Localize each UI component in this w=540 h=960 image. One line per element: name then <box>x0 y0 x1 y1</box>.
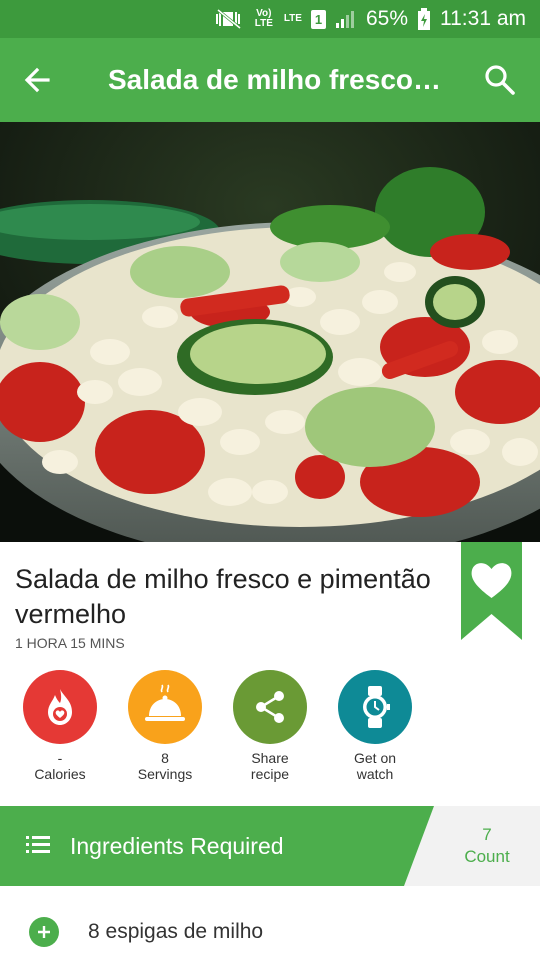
calories-icon-circle <box>23 670 97 744</box>
battery-charging-icon <box>418 8 430 30</box>
share-icon-circle <box>233 670 307 744</box>
ingredients-header: Ingredients Required 7 Count <box>0 806 540 886</box>
watch-icon <box>363 686 390 728</box>
recipe-time: 1 HORA 15 MINS <box>15 635 125 651</box>
calories-icon <box>48 689 72 725</box>
favorite-button[interactable] <box>461 542 522 640</box>
watch-label-line1: Get on <box>353 750 397 766</box>
watch-icon-circle <box>338 670 412 744</box>
clock: 11:31 am <box>440 7 526 30</box>
recipe-title: Salada de milho fresco e pimentão vermel… <box>15 564 431 629</box>
status-icons: Vo) LTE LTE 1 65% 11:31 am <box>214 0 526 38</box>
search-icon <box>485 65 515 95</box>
add-ingredient-button[interactable] <box>29 917 59 947</box>
back-button[interactable] <box>18 60 58 100</box>
servings-value: 8 <box>161 750 169 766</box>
ingredients-header-label: Ingredients Required <box>70 833 284 859</box>
ingredient-text: 8 espigas de milho <box>88 920 264 943</box>
list-item: 8 espigas de milho <box>0 904 540 960</box>
share-label-line2: recipe <box>250 766 290 782</box>
servings-icon-circle <box>128 670 202 744</box>
page-title: Salada de milho fresco… <box>108 64 441 95</box>
ingredients-count: 7 <box>482 825 492 844</box>
servings-label: Servings <box>137 766 193 782</box>
vibrate-mute-icon <box>215 8 241 30</box>
share-icon <box>256 691 284 723</box>
list-icon <box>26 836 50 853</box>
lte-indicator: LTE <box>283 13 302 24</box>
action-row: - Calories 8 Servings Share recipe Get o… <box>0 668 540 788</box>
recipe-photo <box>0 122 540 542</box>
ingredients-count-label: Count <box>464 847 510 866</box>
status-bar: Vo) LTE LTE 1 65% 11:31 am <box>0 0 540 38</box>
signal-icon <box>335 11 354 28</box>
battery-percent: 65% <box>365 7 408 30</box>
arrow-back-icon <box>24 67 50 93</box>
sim-indicator: 1 <box>310 9 326 29</box>
share-recipe-button[interactable]: Share recipe <box>215 668 325 783</box>
get-on-watch-button[interactable]: Get on watch <box>320 668 430 783</box>
volte-indicator: Vo) LTE <box>254 8 273 29</box>
calories-value: - <box>57 750 63 766</box>
share-label-line1: Share <box>251 750 289 766</box>
plus-icon <box>38 926 50 938</box>
calories-label: Calories <box>34 766 86 782</box>
calories-button[interactable]: - Calories <box>5 668 115 783</box>
servings-button[interactable]: 8 Servings <box>110 668 220 783</box>
ingredients-count-panel <box>404 806 540 886</box>
app-bar: Salada de milho fresco… <box>0 38 540 122</box>
watch-label-line2: watch <box>356 766 394 782</box>
servings-icon <box>145 684 185 721</box>
search-button[interactable] <box>482 62 518 98</box>
